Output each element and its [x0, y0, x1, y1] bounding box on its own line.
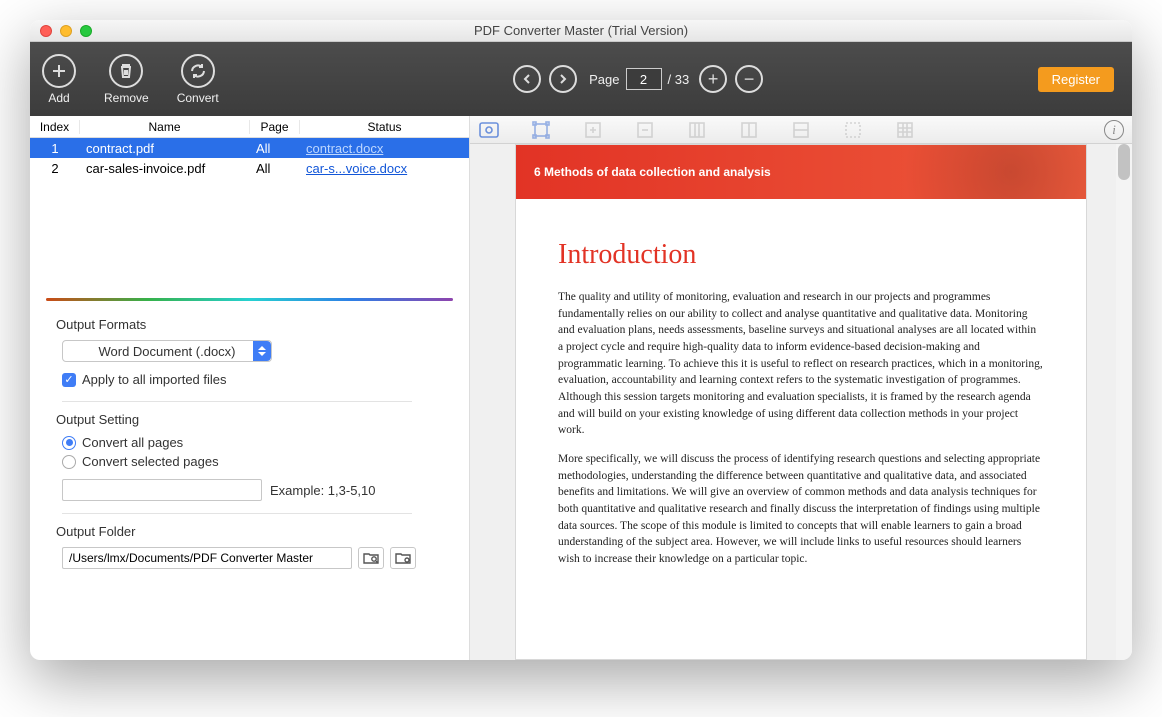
- output-link[interactable]: contract.docx: [306, 141, 383, 156]
- merge-tool-icon[interactable]: [790, 120, 812, 140]
- cell-page: All: [250, 141, 300, 156]
- convert-label: Convert: [177, 91, 219, 105]
- remove-label: Remove: [104, 91, 149, 105]
- cell-page: All: [250, 161, 300, 176]
- col-name[interactable]: Name: [80, 120, 250, 134]
- convert-selected-label: Convert selected pages: [82, 454, 219, 469]
- output-folder-label: Output Folder: [56, 524, 443, 539]
- cell-name: car-sales-invoice.pdf: [80, 161, 250, 176]
- apply-all-label: Apply to all imported files: [82, 372, 227, 387]
- chevron-updown-icon: [253, 341, 271, 361]
- format-selected-value: Word Document (.docx): [98, 344, 235, 359]
- info-button[interactable]: i: [1104, 120, 1124, 140]
- close-window-button[interactable]: [40, 25, 52, 37]
- doc-paragraph: More specifically, we will discuss the p…: [558, 451, 1044, 568]
- output-setting-label: Output Setting: [56, 412, 443, 427]
- doc-paragraph: The quality and utility of monitoring, e…: [558, 289, 1044, 439]
- page-range-input[interactable]: [62, 479, 262, 501]
- output-folder-input[interactable]: [62, 547, 352, 569]
- crop-select-icon[interactable]: [530, 120, 552, 140]
- convert-button[interactable]: Convert: [177, 54, 219, 105]
- output-format-select[interactable]: Word Document (.docx): [62, 340, 272, 362]
- next-page-button[interactable]: [549, 65, 577, 93]
- cell-name: contract.pdf: [80, 141, 250, 156]
- divider-rainbow: [46, 298, 453, 301]
- add-label: Add: [48, 91, 69, 105]
- doc-heading: Introduction: [558, 239, 1044, 271]
- row-tool-icon[interactable]: [738, 120, 760, 140]
- reveal-folder-button[interactable]: [358, 547, 384, 569]
- minimize-window-button[interactable]: [60, 25, 72, 37]
- convert-selected-radio[interactable]: [62, 455, 76, 469]
- trash-icon: [109, 54, 143, 88]
- cell-index: 2: [30, 161, 80, 176]
- zoom-in-button[interactable]: +: [699, 65, 727, 93]
- doc-banner: 6 Methods of data collection and analysi…: [516, 145, 1086, 199]
- page-label: Page: [589, 72, 619, 87]
- prev-page-button[interactable]: [513, 65, 541, 93]
- col-index[interactable]: Index: [30, 120, 80, 134]
- maximize-window-button[interactable]: [80, 25, 92, 37]
- main-toolbar: Add Remove Convert Page / 33 + − Registe…: [30, 42, 1132, 116]
- remove-button[interactable]: Remove: [104, 54, 149, 105]
- table-tool-icon[interactable]: [894, 120, 916, 140]
- convert-icon: [181, 54, 215, 88]
- table-row[interactable]: 1 contract.pdf All contract.docx: [30, 138, 469, 158]
- range-example-label: Example: 1,3-5,10: [270, 483, 376, 498]
- register-button[interactable]: Register: [1038, 67, 1114, 92]
- page-number-input[interactable]: [626, 68, 662, 90]
- crop-remove-icon[interactable]: [634, 120, 656, 140]
- file-table: 1 contract.pdf All contract.docx 2 car-s…: [30, 138, 469, 298]
- output-formats-label: Output Formats: [56, 317, 443, 332]
- column-tool-icon[interactable]: [686, 120, 708, 140]
- view-tool-icon[interactable]: [478, 120, 500, 140]
- output-link[interactable]: car-s...voice.docx: [306, 161, 407, 176]
- titlebar: PDF Converter Master (Trial Version): [30, 20, 1132, 42]
- plus-icon: [42, 54, 76, 88]
- scrollbar-thumb[interactable]: [1118, 144, 1130, 180]
- preview-toolbar: i: [470, 116, 1132, 144]
- cell-index: 1: [30, 141, 80, 156]
- banner-text: 6 Methods of data collection and analysi…: [534, 165, 771, 179]
- grid-tool-icon[interactable]: [842, 120, 864, 140]
- convert-all-radio[interactable]: [62, 436, 76, 450]
- apply-all-checkbox[interactable]: [62, 373, 76, 387]
- window-title: PDF Converter Master (Trial Version): [30, 23, 1132, 38]
- add-button[interactable]: Add: [42, 54, 76, 105]
- pdf-page: 6 Methods of data collection and analysi…: [515, 144, 1087, 660]
- crop-add-icon[interactable]: [582, 120, 604, 140]
- choose-folder-button[interactable]: [390, 547, 416, 569]
- page-total: / 33: [668, 72, 690, 87]
- folder-gear-icon: [395, 551, 411, 565]
- pdf-preview[interactable]: 6 Methods of data collection and analysi…: [470, 144, 1132, 660]
- col-page[interactable]: Page: [250, 120, 300, 134]
- file-table-header: Index Name Page Status: [30, 116, 469, 138]
- table-row[interactable]: 2 car-sales-invoice.pdf All car-s...voic…: [30, 158, 469, 178]
- col-status[interactable]: Status: [300, 120, 469, 134]
- preview-scrollbar[interactable]: [1116, 144, 1132, 660]
- convert-all-label: Convert all pages: [82, 435, 183, 450]
- zoom-out-button[interactable]: −: [735, 65, 763, 93]
- folder-search-icon: [363, 551, 379, 565]
